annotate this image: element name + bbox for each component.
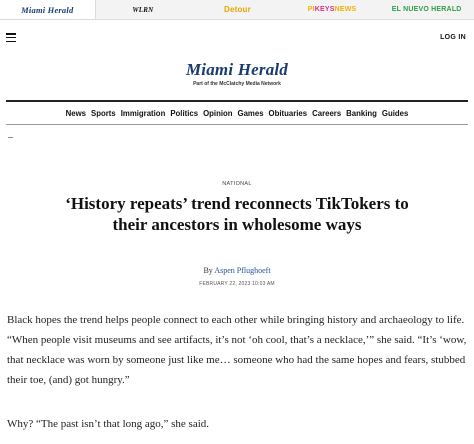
network-tab-wlrn[interactable]: WLRN bbox=[96, 0, 191, 19]
article-paragraph: Why? “The past isn’t that long ago,” she… bbox=[7, 418, 210, 430]
main-nav: News Sports Immigration Politics Opinion… bbox=[6, 100, 468, 125]
network-tab-label-part: NEWS bbox=[334, 6, 357, 13]
nav-item-politics[interactable]: Politics bbox=[170, 109, 198, 118]
network-tab-el-nuevo-herald[interactable]: EL NUEVO HERALD bbox=[379, 0, 474, 19]
network-tab-label: Detour bbox=[223, 5, 251, 14]
network-tab-label-part: PI bbox=[307, 6, 315, 13]
nav-item-immigration[interactable]: Immigration bbox=[121, 109, 166, 118]
network-tab-label: Miami Herald bbox=[21, 4, 74, 15]
divider bbox=[8, 137, 13, 138]
nav-item-news[interactable]: News bbox=[66, 109, 86, 118]
site-tagline: Part of the McClatchy Media Network bbox=[193, 81, 281, 87]
network-tab-label-part: KEYS bbox=[314, 6, 335, 13]
byline: By Aspen Pflughoeft bbox=[0, 266, 474, 275]
author-link[interactable]: Aspen Pflughoeft bbox=[214, 266, 270, 275]
nav-item-obituaries[interactable]: Obituaries bbox=[269, 109, 308, 118]
network-tab-miami-herald[interactable]: Miami Herald bbox=[0, 0, 96, 19]
nav-item-sports[interactable]: Sports bbox=[91, 109, 116, 118]
nav-item-careers[interactable]: Careers bbox=[312, 109, 341, 118]
nav-item-guides[interactable]: Guides bbox=[382, 109, 408, 118]
nav-item-banking[interactable]: Banking bbox=[346, 109, 377, 118]
nav-item-opinion[interactable]: Opinion bbox=[203, 109, 232, 118]
network-tab-label: EL NUEVO HERALD bbox=[391, 6, 462, 13]
hamburger-menu-icon[interactable] bbox=[6, 33, 16, 43]
network-tab-pikeys-news[interactable]: PIKEYSNEWS bbox=[285, 0, 380, 19]
publish-date: FEBRUARY 22, 2023 10:03 AM bbox=[199, 281, 275, 287]
network-bar: Miami Herald WLRN Detour PIKEYSNEWS EL N… bbox=[0, 0, 474, 20]
nav-item-games[interactable]: Games bbox=[238, 109, 264, 118]
article-headline: ‘History repeats’ trend reconnects TikTo… bbox=[65, 194, 409, 234]
site-header: LOG IN bbox=[0, 20, 474, 56]
network-tab-label: WLRN bbox=[132, 5, 154, 14]
article-paragraph: Black hopes the trend helps people conne… bbox=[7, 314, 467, 386]
network-tab-detour[interactable]: Detour bbox=[190, 0, 285, 19]
network-tab-label: PIKEYSNEWS bbox=[308, 6, 357, 13]
site-logo[interactable]: Miami Herald bbox=[0, 60, 474, 80]
byline-prefix: By bbox=[203, 266, 213, 275]
section-kicker[interactable]: NATIONAL bbox=[0, 181, 474, 187]
login-button[interactable]: LOG IN bbox=[440, 34, 466, 41]
